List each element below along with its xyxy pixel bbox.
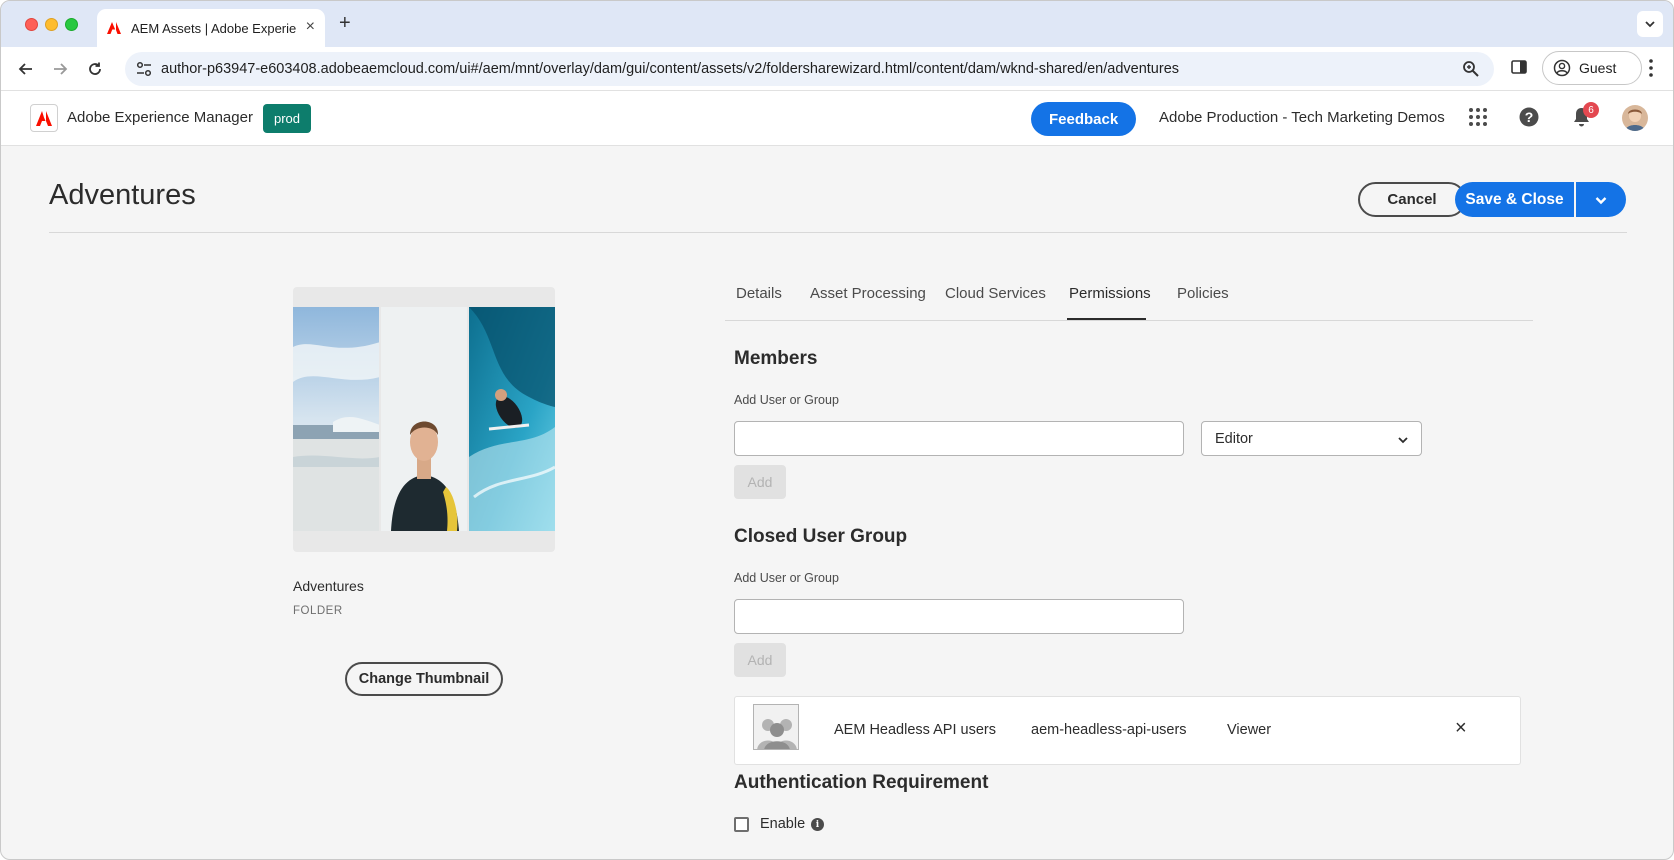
chevron-down-icon [1398, 437, 1408, 444]
members-heading: Members [734, 348, 818, 369]
back-arrow-icon [18, 63, 32, 75]
reload-icon [89, 62, 101, 75]
tab-close-icon[interactable]: × [306, 18, 315, 36]
thumbnail-image [293, 307, 555, 531]
adobe-logo-icon[interactable] [30, 104, 58, 132]
members-add-button[interactable]: Add [734, 465, 786, 499]
adobe-favicon-icon [107, 22, 121, 34]
profile-label: Guest [1579, 60, 1617, 76]
cug-member-id: aem-headless-api-users [1031, 722, 1187, 738]
properties-tabs: Details Asset Processing Cloud Services … [725, 273, 1533, 321]
chevron-down-icon [1595, 196, 1607, 204]
cancel-button[interactable]: Cancel [1358, 182, 1466, 217]
cug-heading: Closed User Group [734, 526, 908, 547]
cug-member-name: AEM Headless API users [834, 722, 996, 738]
folder-thumbnail [293, 287, 555, 552]
role-select-value: Editor [1215, 430, 1253, 447]
close-window-button[interactable] [25, 18, 38, 31]
profile-icon [1553, 59, 1571, 77]
browser-toolbar: author-p63947-e603408.adobeaemcloud.com/… [1, 47, 1673, 91]
tab-asset-processing[interactable]: Asset Processing [810, 285, 926, 302]
minimize-window-button[interactable] [45, 18, 58, 31]
cug-add-button[interactable]: Add [734, 643, 786, 677]
browser-tab[interactable]: AEM Assets | Adobe Experien × [97, 9, 325, 47]
aem-header: Adobe Experience Manager prod Feedback A… [1, 91, 1673, 146]
chevron-down-icon [1645, 21, 1655, 28]
save-close-button[interactable]: Save & Close [1455, 182, 1574, 217]
cug-add-label: Add User or Group [734, 571, 839, 585]
forward-button[interactable] [49, 58, 71, 80]
environment-badge: prod [263, 104, 312, 133]
url-text[interactable]: author-p63947-e603408.adobeaemcloud.com/… [161, 61, 1179, 77]
tab-details[interactable]: Details [736, 285, 782, 302]
maximize-window-button[interactable] [65, 18, 78, 31]
profile-button[interactable]: Guest [1542, 51, 1642, 85]
apps-grid-icon[interactable] [1468, 107, 1488, 127]
asset-type: FOLDER [293, 605, 343, 617]
thumbnail-surfer-image [469, 307, 555, 531]
side-panel-icon[interactable] [1510, 58, 1528, 76]
members-role-select[interactable]: Editor [1201, 421, 1422, 456]
browser-tab-title: AEM Assets | Adobe Experien [131, 20, 296, 36]
cug-member-role: Viewer [1227, 722, 1272, 738]
user-avatar[interactable] [1622, 105, 1648, 131]
tab-permissions[interactable]: Permissions [1069, 285, 1151, 302]
cug-user-input[interactable] [734, 599, 1184, 634]
members-add-label: Add User or Group [734, 393, 839, 407]
active-tab-indicator [1067, 318, 1146, 320]
info-icon[interactable]: i [811, 818, 824, 831]
feedback-button[interactable]: Feedback [1031, 102, 1137, 136]
notification-count-badge: 6 [1583, 102, 1599, 118]
members-user-input[interactable] [734, 421, 1184, 456]
auth-enable-label[interactable]: Enable [760, 816, 805, 832]
org-switcher[interactable]: Adobe Production - Tech Marketing Demos [1159, 109, 1445, 126]
tab-policies[interactable]: Policies [1177, 285, 1229, 302]
new-tab-icon[interactable]: + [339, 12, 351, 35]
site-settings-icon[interactable] [135, 60, 153, 78]
back-button[interactable] [15, 58, 37, 80]
thumbnail-beach-image [293, 307, 379, 531]
zoom-icon[interactable] [1462, 60, 1480, 78]
forward-arrow-icon [54, 63, 68, 75]
product-name[interactable]: Adobe Experience Manager [67, 109, 253, 126]
change-thumbnail-button[interactable]: Change Thumbnail [345, 662, 503, 696]
auth-requirement-heading: Authentication Requirement [734, 772, 989, 793]
more-menu-icon[interactable] [1648, 58, 1654, 78]
address-bar[interactable]: author-p63947-e603408.adobeaemcloud.com/… [125, 52, 1494, 86]
browser-tab-strip: AEM Assets | Adobe Experien × + [1, 1, 1673, 47]
save-options-button[interactable] [1576, 182, 1626, 217]
reload-button[interactable] [84, 58, 106, 80]
cug-member-row: AEM Headless API users aem-headless-api-… [734, 696, 1521, 765]
tab-search-button[interactable] [1637, 11, 1663, 37]
asset-name: Adventures [293, 578, 364, 594]
browser-window: AEM Assets | Adobe Experien × + author-p… [0, 0, 1674, 860]
group-avatar-icon [753, 704, 799, 750]
remove-member-icon[interactable]: × [1455, 717, 1467, 740]
svg-text:?: ? [1525, 109, 1534, 125]
page-title: Adventures [49, 179, 196, 211]
tab-cloud-services[interactable]: Cloud Services [945, 285, 1046, 302]
auth-enable-checkbox[interactable] [734, 817, 749, 832]
help-icon[interactable]: ? [1519, 107, 1539, 127]
thumbnail-portrait-image [381, 307, 467, 531]
adobe-a-icon [36, 110, 52, 126]
page-divider [49, 232, 1627, 233]
